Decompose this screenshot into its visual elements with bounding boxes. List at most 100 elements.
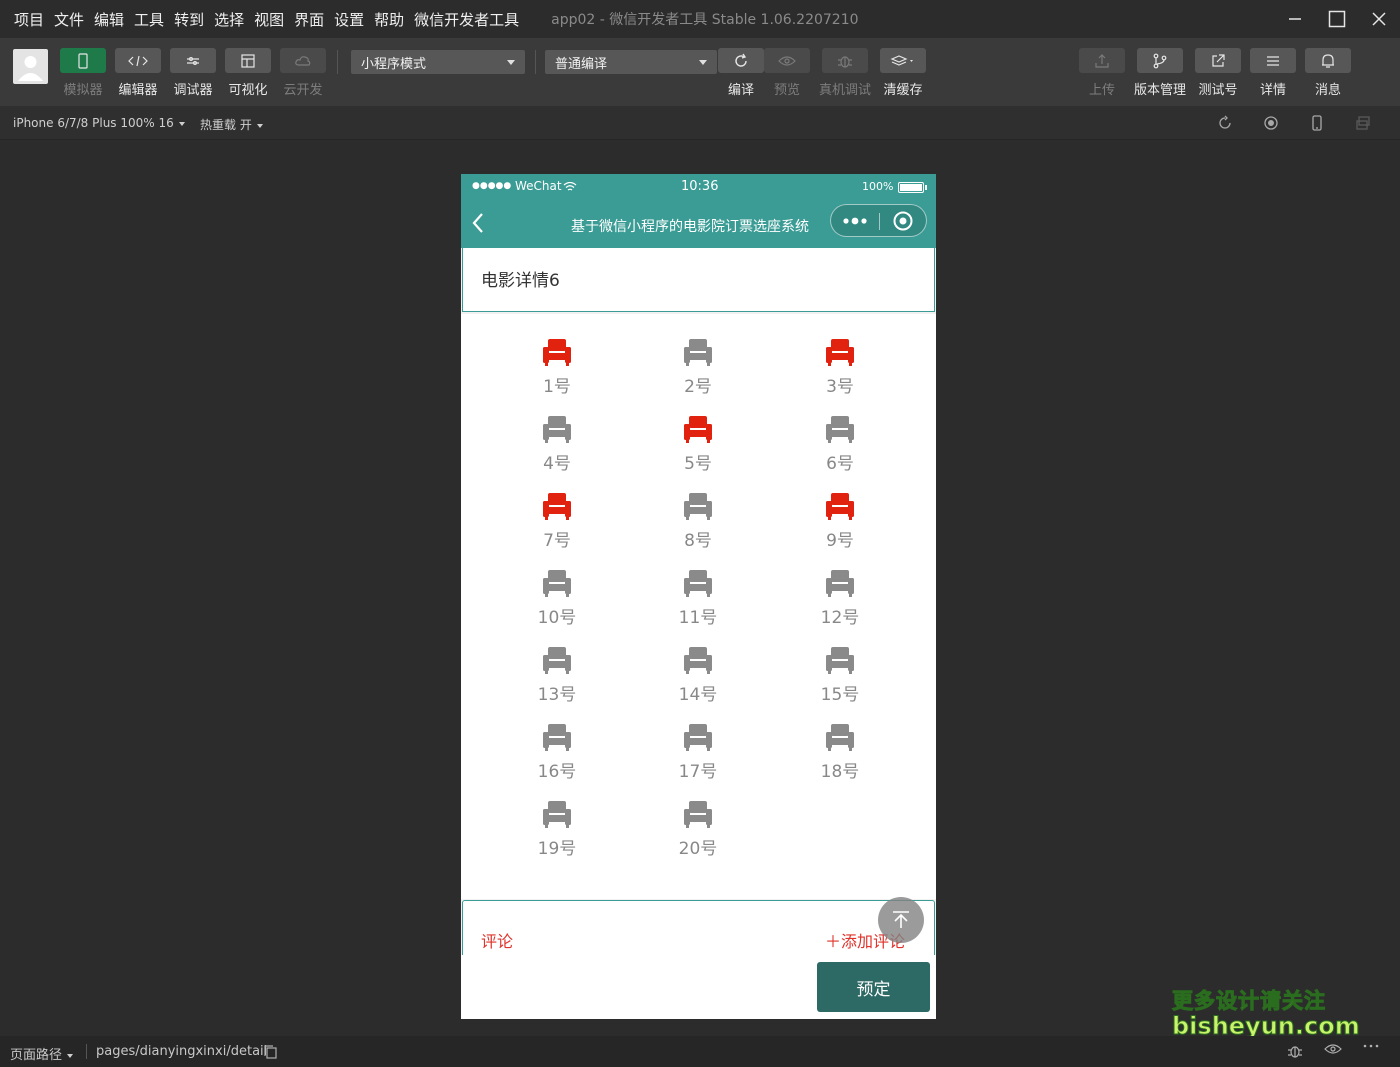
menu-file[interactable]: 文件 (54, 9, 84, 30)
seat-label: 13号 (537, 685, 577, 705)
real-device-debug-button[interactable]: 真机调试 (819, 48, 871, 98)
menu-edit[interactable]: 编辑 (94, 9, 124, 30)
more-footer-button[interactable] (1352, 1043, 1390, 1059)
seat-14[interactable]: 14号 (658, 644, 738, 714)
preview-label: 预览 (773, 83, 800, 98)
copy-path-button[interactable] (264, 1045, 277, 1063)
compile-select[interactable]: 普通编译 (545, 50, 717, 74)
menu-select[interactable]: 选择 (214, 9, 244, 30)
back-to-top-button[interactable] (878, 897, 924, 943)
armchair-icon (543, 724, 571, 751)
exit-miniprogram-button[interactable] (892, 210, 914, 236)
maximize-button[interactable] (1316, 0, 1358, 38)
seat-3[interactable]: 3号 (800, 336, 880, 406)
simulator-button[interactable]: 模拟器 (60, 48, 106, 98)
compile-button[interactable]: 编译 (718, 48, 764, 98)
seat-label: 17号 (678, 762, 718, 782)
seat-17[interactable]: 17号 (658, 721, 738, 791)
right-toolbar-group: 上传 版本管理 测试号 详情 消息 (1079, 48, 1352, 98)
menu-project[interactable]: 项目 (14, 9, 44, 30)
footer-actions (1276, 1043, 1390, 1059)
menu-tools[interactable]: 工具 (134, 9, 164, 30)
menu-settings[interactable]: 设置 (334, 9, 364, 30)
visual-button[interactable]: 可视化 (225, 48, 271, 98)
menu-help[interactable]: 帮助 (374, 9, 404, 30)
more-dots-icon (1363, 1044, 1379, 1048)
seat-4[interactable]: 4号 (517, 413, 597, 483)
mode-select-value: 小程序模式 (361, 56, 427, 72)
seat-5[interactable]: 5号 (658, 413, 738, 483)
rotate-button[interactable] (1202, 113, 1248, 133)
upload-button[interactable]: 上传 (1079, 48, 1125, 98)
hot-reload-toggle[interactable]: 热重载 开 (200, 116, 263, 133)
seat-1[interactable]: 1号 (517, 336, 597, 406)
chevron-left-icon (472, 213, 483, 233)
debug-footer-button[interactable] (1276, 1043, 1314, 1059)
armchair-icon (684, 339, 712, 366)
book-button[interactable]: 预定 (817, 962, 930, 1012)
messages-button[interactable]: 消息 (1305, 48, 1352, 98)
seat-label: 9号 (826, 531, 854, 551)
menu-wechat-devtools[interactable]: 微信开发者工具 (414, 9, 519, 30)
details-label: 详情 (1260, 83, 1287, 98)
seat-8[interactable]: 8号 (658, 490, 738, 560)
mobile-icon (1312, 115, 1322, 131)
preview-footer-button[interactable] (1314, 1043, 1352, 1059)
back-button[interactable] (471, 212, 485, 238)
test-account-button[interactable]: 测试号 (1195, 48, 1242, 98)
seat-label: 8号 (684, 531, 712, 551)
more-dots-icon (843, 217, 867, 225)
device-select[interactable]: iPhone 6/7/8 Plus 100% 16 (13, 116, 185, 130)
more-button[interactable] (842, 213, 870, 233)
clear-cache-button[interactable]: 清缓存 (880, 48, 927, 98)
branch-icon (1153, 53, 1167, 68)
close-button[interactable] (1358, 0, 1400, 38)
detach-button[interactable] (1340, 113, 1386, 133)
battery-icon (898, 182, 924, 193)
editor-button[interactable]: 编辑器 (115, 48, 161, 98)
seat-9[interactable]: 9号 (800, 490, 880, 560)
wifi-icon (563, 182, 577, 191)
signal-dots: ●●●●● (472, 181, 512, 191)
bug-icon (838, 55, 852, 68)
seat-10[interactable]: 10号 (517, 567, 597, 637)
chevron-down-icon (507, 60, 515, 65)
page-path-select[interactable]: 页面路径 (10, 1044, 74, 1063)
layout-icon (241, 53, 255, 68)
menu-goto[interactable]: 转到 (174, 9, 204, 30)
chevron-down-icon (699, 60, 707, 65)
simulator-toolbar: iPhone 6/7/8 Plus 100% 16 热重载 开 (0, 106, 1400, 140)
seat-20[interactable]: 20号 (658, 798, 738, 868)
version-button[interactable]: 版本管理 (1134, 48, 1186, 98)
chevron-down-icon (67, 1053, 74, 1058)
menu-interface[interactable]: 界面 (294, 9, 324, 30)
debugger-button[interactable]: 调试器 (170, 48, 216, 98)
layers-icon (890, 54, 914, 66)
seat-2[interactable]: 2号 (658, 336, 738, 406)
menu-view[interactable]: 视图 (254, 9, 284, 30)
seat-grid: 1号 2号 3号 4号 5号 6号 7号 8号 9号 10号 11号 12号 13号 14号 15号 16号 1… (461, 314, 936, 899)
seat-11[interactable]: 11号 (658, 567, 738, 637)
seat-16[interactable]: 16号 (517, 721, 597, 791)
record-button[interactable] (1248, 113, 1294, 133)
seat-7[interactable]: 7号 (517, 490, 597, 560)
seat-13[interactable]: 13号 (517, 644, 597, 714)
mode-select[interactable]: 小程序模式 (351, 50, 525, 74)
chevron-down-icon (178, 121, 185, 126)
cloud-icon (295, 55, 311, 66)
seat-label: 7号 (543, 531, 571, 551)
debug-icon (187, 56, 199, 65)
avatar[interactable] (13, 49, 48, 84)
cloud-dev-button[interactable]: 云开发 (280, 48, 326, 98)
seat-19[interactable]: 19号 (517, 798, 597, 868)
preview-button[interactable]: 预览 (764, 48, 810, 98)
seat-12[interactable]: 12号 (800, 567, 880, 637)
details-button[interactable]: 详情 (1250, 48, 1297, 98)
menu-bar: 项目 文件 编辑 工具 转到 选择 视图 界面 设置 帮助 微信开发者工具 ap… (0, 9, 859, 30)
seat-18[interactable]: 18号 (800, 721, 880, 791)
minimize-button[interactable] (1274, 0, 1316, 38)
seat-15[interactable]: 15号 (800, 644, 880, 714)
comment-section: 评论 ＋添加评论 (462, 900, 935, 960)
device-button[interactable] (1294, 113, 1340, 133)
seat-6[interactable]: 6号 (800, 413, 880, 483)
